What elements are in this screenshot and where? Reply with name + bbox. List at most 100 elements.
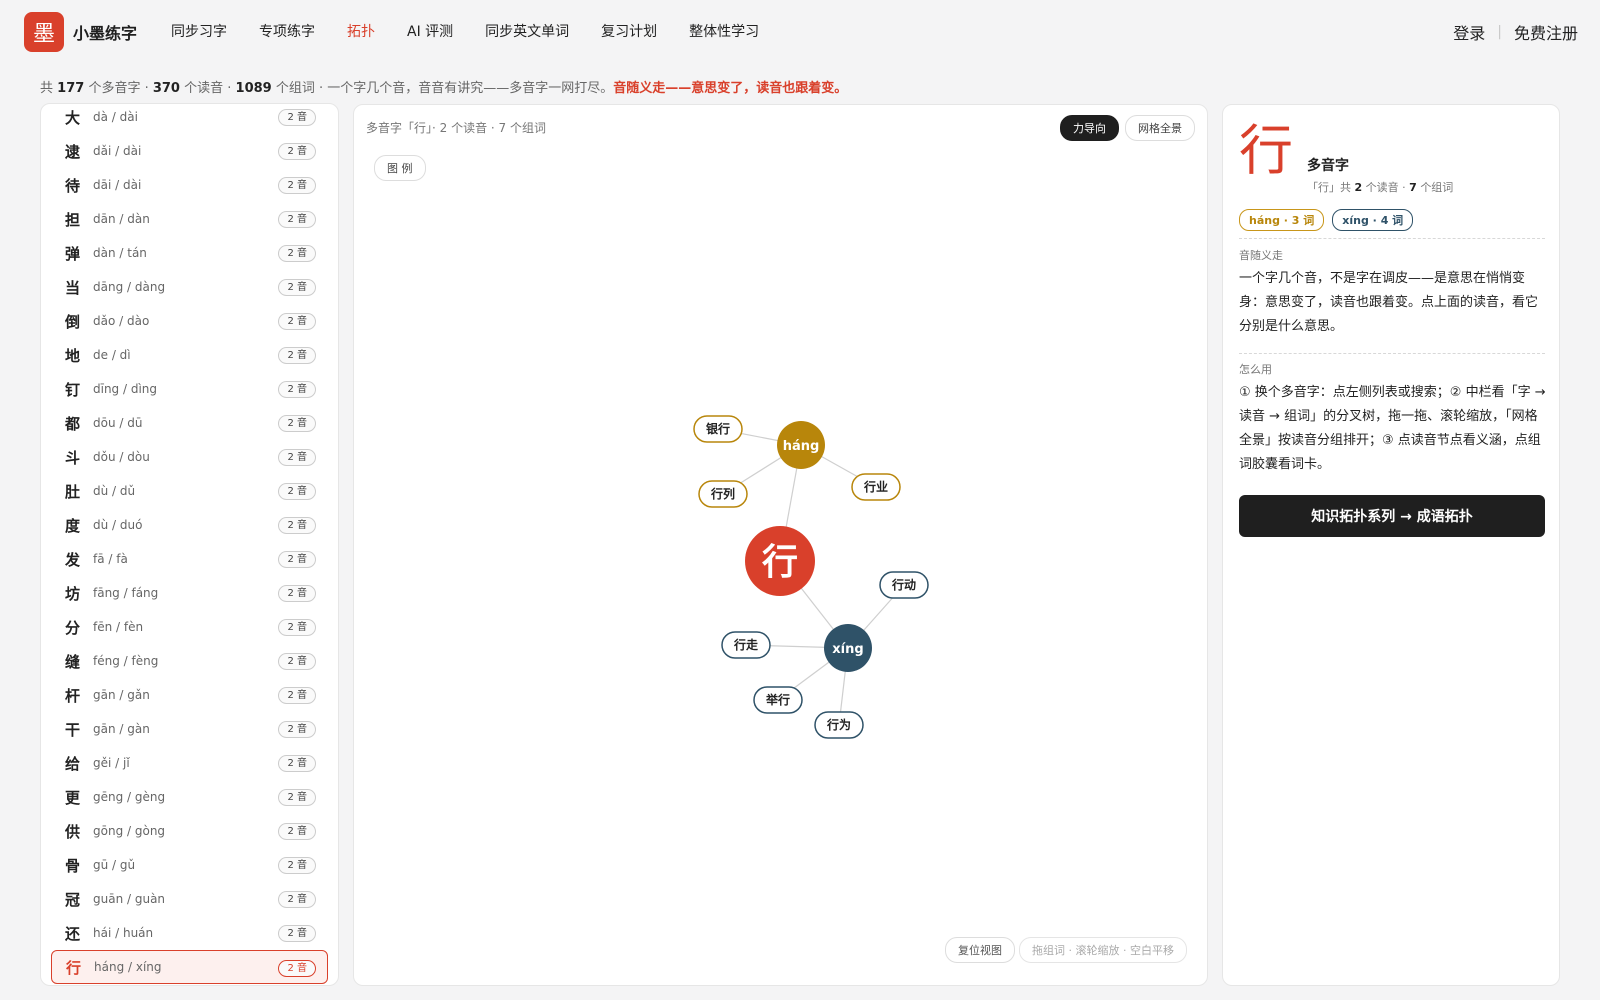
polyphone-list: 大 dà / dài 2 音逮 dǎi / dài 2 音待 dāi / dài 2 音担d… [41,104,338,984]
idiom-topology-button[interactable]: 知识拓扑系列 → 成语拓扑 [1239,495,1545,537]
detail-sub-post: 个组词 [1420,181,1454,194]
list-item[interactable]: 地 de / dì 2 音 [41,338,338,372]
main-nav: 同步习字 专项练字 拓扑 AI 评测 同步英文单词 复习计划 整体性学习 [171,21,791,41]
list-item-pinyin: de / dì [93,348,131,362]
list-item-pinyin: dān / dàn [93,212,150,226]
word-capsule[interactable]: 行动 [879,571,929,599]
detail-subtitle: 「行」共 2 个读音 · 7 个组词 [1307,179,1453,195]
list-item[interactable]: 给 gěi / jǐ 2 音 [41,746,338,780]
list-item[interactable]: 分 fēn / fèn 2 音 [41,610,338,644]
nav-item[interactable]: 同步习字 [171,21,227,41]
reading-count-badge: 2 音 [278,960,316,977]
list-item[interactable]: 当 dāng / dàng 2 音 [41,270,338,304]
reading-count-badge: 2 音 [278,279,316,296]
login-link[interactable]: 登录 [1453,20,1485,44]
mode-force-button[interactable]: 力导向 [1060,115,1119,141]
reading-count-badge: 2 音 [278,721,316,738]
list-item-char: 给 [65,754,81,773]
word-capsule[interactable]: 行业 [851,473,901,501]
reading-node-label: háng [783,439,820,454]
list-item[interactable]: 杆 gān / gǎn 2 音 [41,678,338,712]
list-item[interactable]: 发 fā / fà 2 音 [41,542,338,576]
list-item[interactable]: 待 dāi / dài 2 音 [41,168,338,202]
list-item-char: 倒 [65,312,81,331]
stats-prefix: 共 [40,81,54,96]
stats-highlight: 音随义走——意思变了，读音也跟着变。 [613,81,848,96]
nav-item[interactable]: 同步英文单词 [485,21,569,41]
reading-chip-hang[interactable]: háng · 3 词 [1239,209,1325,231]
nav-item[interactable]: 复习计划 [601,21,657,41]
list-item[interactable]: 冠 guān / guàn 2 音 [41,882,338,916]
list-item[interactable]: 大 dà / dài 2 音 [41,104,338,134]
topology-graph[interactable]: 银行行列 行业 háng 行动行走举行行为 xíng 行 [354,105,1209,987]
reading-count-badge: 2 音 [278,245,316,262]
nav-item[interactable]: 整体性学习 [689,21,759,41]
list-item-pinyin: gān / gàn [93,722,150,736]
list-item[interactable]: 钉 dīng / dìng 2 音 [41,372,338,406]
reading-count-badge: 2 音 [278,347,316,364]
list-item-pinyin: gēng / gèng [93,790,166,804]
list-item-pinyin: dǒu / dòu [93,450,150,464]
reading-count-badge: 2 音 [278,517,316,534]
list-item[interactable]: 坊 fāng / fáng 2 音 [41,576,338,610]
detail-sub-pre: 「行」共 [1307,181,1351,194]
nav-item[interactable]: AI 评测 [407,21,453,41]
word-capsule[interactable]: 行走 [721,631,771,659]
word-capsule-label: 行列 [710,486,735,501]
list-item[interactable]: 缝 féng / fèng 2 音 [41,644,338,678]
list-item-char: 干 [65,720,81,739]
reading-count-badge: 2 音 [278,789,316,806]
mode-grid-button[interactable]: 网格全景 [1125,115,1195,141]
reading-count-badge: 2 音 [278,381,316,398]
nav-item[interactable]: 专项练字 [259,21,315,41]
list-item-pinyin: gān / gǎn [93,688,150,702]
nav-item[interactable]: 拓扑 [347,21,375,41]
list-item[interactable]: 斗 dǒu / dòu 2 音 [41,440,338,474]
reading-node-hang[interactable]: háng [777,421,825,469]
logo-icon[interactable]: 墨 [24,12,64,52]
list-item-char: 逮 [65,142,81,161]
word-capsule-label: 行动 [891,577,916,592]
list-item[interactable]: 都 dōu / dū 2 音 [41,406,338,440]
list-item[interactable]: 更 gēng / gèng 2 音 [41,780,338,814]
list-item[interactable]: 骨 gū / gǔ 2 音 [41,848,338,882]
list-item[interactable]: 弹 dàn / tán 2 音 [41,236,338,270]
list-item-pinyin: gōng / gòng [93,824,166,838]
reading-node-xing[interactable]: xíng [824,624,872,672]
reading-chip-xing[interactable]: xíng · 4 词 [1332,209,1414,231]
list-item-char: 供 [65,822,81,841]
center-node-label: 行 [762,541,798,583]
list-item-pinyin: féng / fèng [93,654,159,668]
section-label-usage: 怎么用 [1239,363,1272,376]
list-item[interactable]: 肚 dù / dǔ 2 音 [41,474,338,508]
reading-count-badge: 2 音 [278,687,316,704]
reading-count-badge: 2 音 [278,449,316,466]
word-capsule[interactable]: 银行 [693,415,743,443]
list-item[interactable]: 还 hái / huán 2 音 [41,916,338,950]
legend-button[interactable]: 图 例 [374,155,426,181]
reading-count-badge: 2 音 [278,483,316,500]
topology-panel: 银行行列 行业 háng 行动行走举行 行为 xíng 行 多音字「行」· 2 个读音 · … [353,104,1208,986]
register-link[interactable]: 免费注册 [1514,20,1578,44]
list-item[interactable]: 行 háng / xíng 2 音 [51,950,328,984]
section-text-usage: ① 换个多音字：点左侧列表或搜索；② 中栏看「字 → 读音 → 组词」的分叉树，… [1239,385,1546,472]
word-capsule[interactable]: 举行 [753,686,803,714]
list-item[interactable]: 供 gōng / gòng 2 音 [41,814,338,848]
list-item[interactable]: 担 dān / dàn 2 音 [41,202,338,236]
detail-char: 行 [1239,119,1293,182]
word-capsule[interactable]: 行为 [814,711,864,739]
divider [1239,238,1545,239]
reset-view-button[interactable]: 复位视图 [945,937,1015,963]
list-item-pinyin: hái / huán [93,926,154,940]
center-char-node[interactable]: 行 [745,526,815,596]
list-item[interactable]: 逮 dǎi / dài 2 音 [41,134,338,168]
word-capsule[interactable]: 行列 [698,480,748,508]
list-item[interactable]: 干 gān / gàn 2 音 [41,712,338,746]
stats-char-unit: 个多音字 · [88,81,149,96]
section-text-meaning: 一个字几个音，不是字在调皮——是意思在悄悄变身：意思变了，读音也跟着变。点上面的… [1239,271,1539,334]
brand-name[interactable]: 小墨练字 [73,20,137,44]
list-item[interactable]: 倒 dǎo / dào 2 音 [41,304,338,338]
list-item-pinyin: dāng / dàng [93,280,166,294]
list-item[interactable]: 度 dù / duó 2 音 [41,508,338,542]
graph-heading: 多音字「行」· 2 个读音 · 7 个组词 [366,121,546,135]
